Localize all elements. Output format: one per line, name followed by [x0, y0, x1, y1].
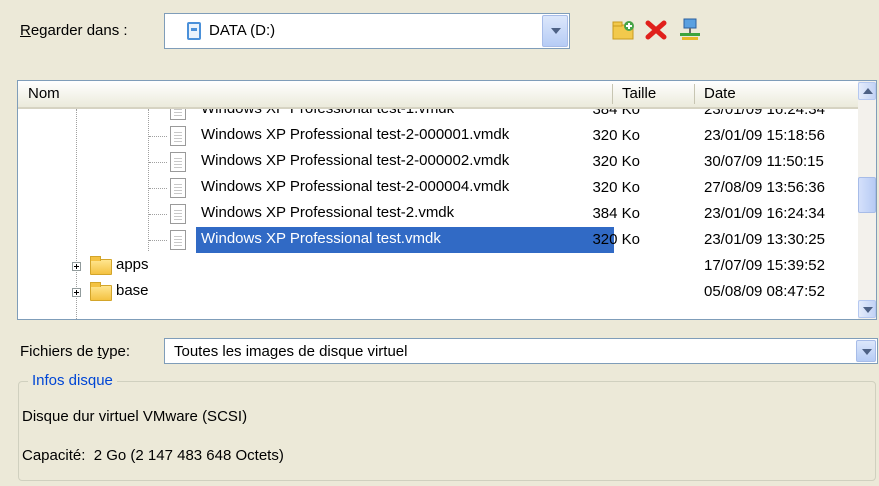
expand-icon[interactable]	[72, 262, 81, 271]
list-item[interactable]: Windows XP Professional test-2-000002.vm…	[18, 149, 858, 175]
scroll-thumb[interactable]	[858, 177, 876, 213]
file-list[interactable]: Nom Taille Date Windows XP Professional …	[17, 80, 877, 320]
delete-icon[interactable]	[644, 18, 668, 42]
tree-folder-base[interactable]: base 05/08/09 08:47:52	[18, 279, 858, 305]
file-type-label: Fichiers de type:	[20, 343, 131, 360]
vertical-scrollbar[interactable]	[858, 81, 876, 319]
look-in-label: Regarder dans :	[20, 22, 128, 39]
column-header-name[interactable]: Nom	[18, 81, 612, 107]
disk-capacity: Capacité: 2 Go (2 147 483 648 Octets)	[22, 447, 284, 464]
drive-icon	[187, 22, 201, 40]
file-icon	[170, 204, 186, 224]
list-item[interactable]: Windows XP Professional test-2-000001.vm…	[18, 123, 858, 149]
file-icon	[170, 230, 186, 250]
look-in-value: DATA (D:)	[209, 22, 276, 39]
disk-type: Disque dur virtuel VMware (SCSI)	[22, 408, 248, 425]
folder-icon	[90, 256, 112, 275]
tree-folder-apps[interactable]: apps 17/07/09 15:39:52	[18, 253, 858, 279]
disk-info-group	[18, 381, 876, 481]
network-icon[interactable]	[678, 18, 702, 42]
disk-info-title: Infos disque	[28, 372, 117, 389]
column-header-date[interactable]: Date	[694, 81, 858, 107]
list-item[interactable]: Windows XP Professional test-2.vmdk 384 …	[18, 201, 858, 227]
file-type-combo[interactable]: Toutes les images de disque virtuel	[164, 338, 878, 364]
list-item-selected[interactable]: Windows XP Professional test.vmdk 320 Ko…	[18, 227, 858, 253]
file-icon	[170, 152, 186, 172]
scroll-down-icon[interactable]	[858, 300, 876, 318]
list-item[interactable]: Windows XP Professional test-2-000004.vm…	[18, 175, 858, 201]
scroll-up-icon[interactable]	[858, 82, 876, 100]
file-icon	[170, 178, 186, 198]
file-type-value: Toutes les images de disque virtuel	[174, 343, 408, 360]
list-header-overlay: Nom Taille Date	[18, 81, 858, 109]
chevron-down-icon[interactable]	[856, 340, 876, 362]
file-icon	[170, 126, 186, 146]
expand-icon[interactable]	[72, 288, 81, 297]
column-header-size[interactable]: Taille	[612, 81, 694, 107]
new-folder-icon[interactable]	[612, 18, 636, 42]
folder-icon	[90, 282, 112, 301]
chevron-down-icon[interactable]	[542, 15, 568, 47]
look-in-combo[interactable]: DATA (D:)	[164, 13, 570, 49]
